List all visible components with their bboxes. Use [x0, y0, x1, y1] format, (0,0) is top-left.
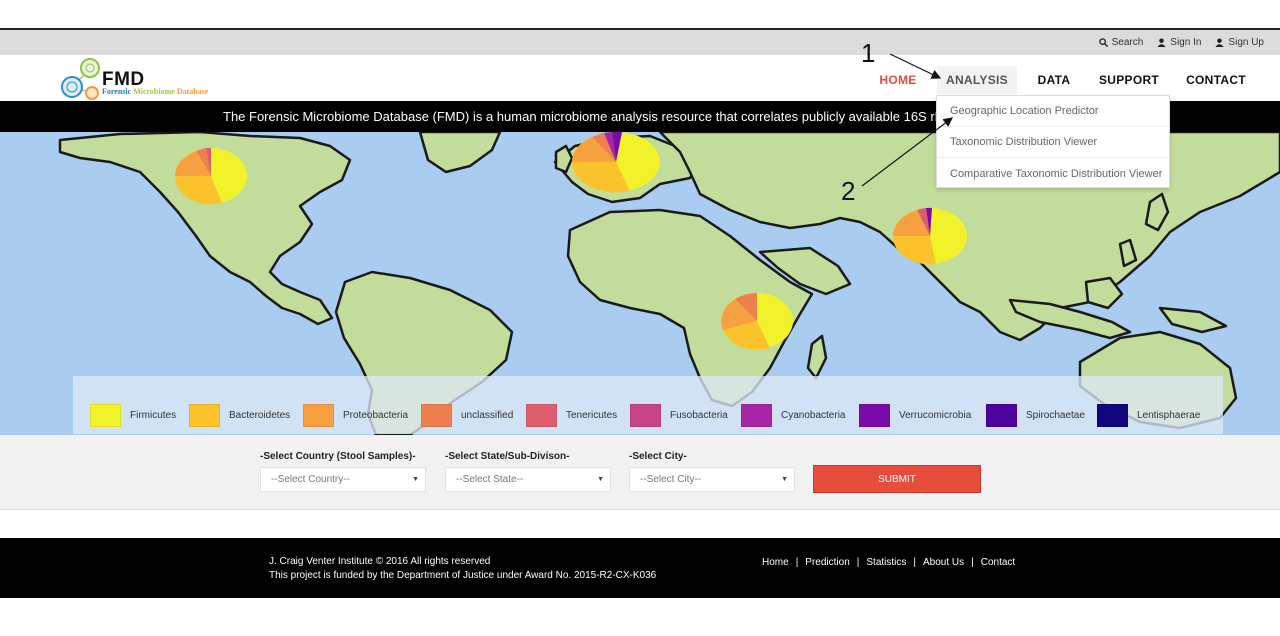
legend-swatch	[1097, 404, 1128, 427]
caret-down-icon: ▼	[597, 476, 604, 483]
legend-label: Spirochaetae	[1026, 410, 1085, 421]
pie-north-america	[174, 147, 247, 205]
phylum-legend: Firmicutes Bacteroidetes Proteobacteria …	[73, 376, 1223, 434]
utility-bar: Search Sign In Sign Up	[0, 30, 1280, 55]
legend-swatch	[421, 404, 452, 427]
footer-divider: |	[971, 557, 974, 568]
legend-item: Lentisphaerae	[1097, 404, 1200, 427]
location-selection-form: -Select Country (Stool Samples)- --Selec…	[0, 435, 1280, 510]
logo-sub-database: Database	[176, 87, 209, 96]
legend-swatch	[859, 404, 890, 427]
footer-link-home[interactable]: Home	[762, 557, 789, 568]
nav-home[interactable]: HOME	[870, 66, 926, 94]
pie-asia	[892, 207, 967, 265]
legend-swatch	[90, 404, 121, 427]
annotation-number-2: 2	[841, 176, 856, 206]
user-icon	[1157, 38, 1166, 47]
nav-support[interactable]: SUPPORT	[1094, 66, 1164, 94]
legend-item: Proteobacteria	[303, 404, 408, 427]
caret-down-icon: ▼	[781, 476, 788, 483]
microbe-logo-icon	[61, 58, 100, 100]
legend-item: Spirochaetae	[986, 404, 1085, 427]
footer-divider: |	[913, 557, 916, 568]
legend-swatch	[986, 404, 1017, 427]
legend-label: Cyanobacteria	[781, 410, 846, 421]
menu-item-taxonomic-distribution-viewer[interactable]: Taxonomic Distribution Viewer	[937, 127, 1169, 158]
legend-item: Cyanobacteria	[741, 404, 845, 427]
logo-sub-forensic: Forensic	[102, 87, 132, 96]
caret-down-icon: ▼	[412, 476, 419, 483]
logo-subtitle: Forensic Microbiome Database	[102, 87, 208, 96]
legend-item: Fusobacteria	[630, 404, 728, 427]
city-select-value: --Select City--	[640, 474, 702, 485]
fmd-logo[interactable]: FMD Forensic Microbiome Database	[60, 57, 230, 101]
legend-label: Firmicutes	[130, 410, 177, 421]
user-icon	[1215, 38, 1224, 47]
search-icon	[1098, 38, 1108, 47]
sign-in-link[interactable]: Sign In	[1157, 37, 1201, 48]
menu-item-geographic-location-predictor[interactable]: Geographic Location Predictor	[937, 96, 1169, 127]
sign-in-label: Sign In	[1170, 37, 1202, 48]
legend-swatch	[189, 404, 220, 427]
page: Search Sign In Sign Up FMD Forensic Micr…	[0, 0, 1280, 636]
city-select[interactable]: --Select City-- ▼	[629, 467, 795, 492]
nav-contact[interactable]: CONTACT	[1178, 66, 1254, 94]
funding-text: This project is funded by the Department…	[269, 570, 657, 581]
legend-label: Proteobacteria	[343, 410, 409, 421]
footer-copyright: J. Craig Venter Institute © 2016 All rig…	[269, 555, 656, 583]
footer: J. Craig Venter Institute © 2016 All rig…	[0, 538, 1280, 598]
submit-button[interactable]: SUBMIT	[813, 465, 981, 493]
legend-item: Verrucomicrobia	[859, 404, 971, 427]
country-select[interactable]: --Select Country-- ▼	[260, 467, 426, 492]
legend-label: Bacteroidetes	[229, 410, 291, 421]
legend-swatch	[303, 404, 334, 427]
legend-label: Lentisphaerae	[1137, 410, 1201, 421]
legend-swatch	[741, 404, 772, 427]
legend-label: unclassified	[461, 410, 514, 421]
copyright-text: J. Craig Venter Institute © 2016 All rig…	[269, 556, 491, 567]
legend-item: unclassified	[421, 404, 513, 427]
sign-up-link[interactable]: Sign Up	[1215, 37, 1264, 48]
city-select-label: -Select City-	[629, 451, 687, 462]
footer-divider: |	[795, 557, 799, 568]
annotation-number-1: 1	[861, 38, 876, 68]
footer-link-contact[interactable]: Contact	[981, 557, 1015, 568]
sign-up-label: Sign Up	[1228, 37, 1264, 48]
legend-swatch	[526, 404, 557, 427]
legend-swatch	[630, 404, 661, 427]
footer-link-statistics[interactable]: Statistics	[866, 557, 906, 568]
legend-item: Tenericutes	[526, 404, 617, 427]
nav-data[interactable]: DATA	[1028, 66, 1080, 94]
logo-sub-microbiome: Microbiome	[133, 87, 175, 96]
search-label: Search	[1111, 37, 1144, 48]
footer-links: Home | Prediction | Statistics | About U…	[762, 557, 1015, 568]
search-link[interactable]: Search	[1098, 37, 1144, 48]
footer-divider: |	[856, 557, 860, 568]
nav-analysis[interactable]: ANALYSIS	[937, 66, 1017, 94]
state-select-label: -Select State/Sub-Divison-	[445, 451, 570, 462]
footer-link-prediction[interactable]: Prediction	[805, 557, 849, 568]
country-select-value: --Select Country--	[271, 474, 350, 485]
footer-link-about-us[interactable]: About Us	[923, 557, 964, 568]
state-select[interactable]: --Select State-- ▼	[445, 467, 611, 492]
country-select-label: -Select Country (Stool Samples)-	[260, 451, 416, 462]
legend-label: Fusobacteria	[670, 410, 728, 421]
legend-label: Verrucomicrobia	[899, 410, 972, 421]
analysis-dropdown-menu: Geographic Location Predictor Taxonomic …	[936, 95, 1170, 188]
legend-item: Firmicutes	[90, 404, 176, 427]
legend-item: Bacteroidetes	[189, 404, 290, 427]
state-select-value: --Select State--	[456, 474, 524, 485]
menu-item-comparative-taxonomic-distribution-viewer[interactable]: Comparative Taxonomic Distribution Viewe…	[937, 158, 1169, 189]
legend-label: Tenericutes	[566, 410, 618, 421]
